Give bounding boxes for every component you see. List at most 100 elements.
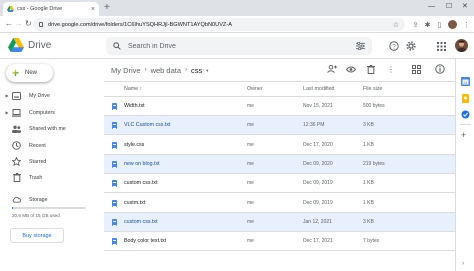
chevron-down-icon[interactable]: ▼ [205,68,209,73]
extensions-icon[interactable]: ✱ [423,20,432,29]
text-file-icon [112,180,117,188]
file-owner: me [247,218,254,225]
file-size: 1 KB [363,199,374,206]
menu-icon[interactable]: ⋮ [462,20,471,29]
share-person-icon[interactable] [327,64,337,74]
text-file-icon [112,122,117,130]
new-button-label: New [25,70,38,76]
shared-icon [12,124,21,133]
storage-usage-text: 20.6 MB of 15 GB used [12,213,60,218]
sidebar-item-starred[interactable]: Starred [0,154,104,169]
file-modified: Dec 09, 2020 [303,160,333,167]
search-input[interactable] [128,42,356,50]
search-icon[interactable] [113,42,121,50]
expand-caret-icon[interactable]: ▶ [3,93,11,98]
bookmark-star-icon[interactable]: ☆ [393,21,399,29]
file-name: Body color text.txt [124,238,167,245]
sidebar-item-trash[interactable]: Trash [0,170,104,185]
new-tab-button[interactable]: + [104,2,110,14]
column-header-size[interactable]: File size [363,86,382,92]
file-size: 3 KB [363,218,374,225]
table-row[interactable]: style.css me Dec 17, 2020 1 KB [104,136,455,155]
address-bar[interactable]: drive.google.com/drive/folders/1C6IhuYSQ… [33,18,405,31]
reading-list-icon[interactable]: ▯ [435,20,444,29]
tab-close-icon[interactable]: × [91,6,95,13]
text-file-icon [112,103,117,110]
settings-icon[interactable] [406,41,416,51]
collapse-panel-icon[interactable]: › [462,261,464,267]
file-owner: me [247,180,254,187]
file-size: 1 KB [363,141,374,148]
breadcrumb-web-data[interactable]: web data [151,66,181,75]
sort-arrow-icon[interactable]: ↑ [140,86,143,92]
preview-eye-icon[interactable] [346,64,356,74]
starred-icon [12,157,21,166]
sidebar-item-storage[interactable]: Storage [0,192,104,207]
maximize-button[interactable]: ☐ [446,2,452,12]
column-header-modified[interactable]: Last modified [303,86,335,92]
table-row[interactable]: custom css.txt me Dec 09, 2019 1 KB [104,174,455,194]
file-name: Width.txt [124,103,145,109]
table-row[interactable]: Width.txt me Nov 15, 2021 500 bytes [104,97,455,116]
search-options-icon[interactable] [356,42,365,50]
file-modified: Dec 09, 2019 [303,199,333,206]
table-row[interactable]: custm.txt me Dec 09, 2019 1 KB [104,194,455,213]
add-addon-icon[interactable]: + [461,131,466,140]
help-icon[interactable]: ? [389,41,399,51]
sidebar: + New ▶ My Drive ▶ Computers Shared with… [0,59,104,271]
minimize-button[interactable]: — [428,2,435,12]
buy-storage-button[interactable]: Buy storage [10,228,64,243]
breadcrumb-css[interactable]: css [191,66,202,75]
my-drive-icon [12,91,21,100]
reload-icon[interactable]: ↻ [25,19,32,29]
keep-icon[interactable] [461,94,470,103]
url-text[interactable]: drive.google.com/drive/folders/1C6IhuYSQ… [48,22,393,28]
account-avatar[interactable] [455,39,468,52]
file-name: style.css [124,141,145,148]
file-owner: me [247,238,254,245]
file-modified: Jan 12, 2021 [303,218,332,225]
sidebar-item-label: Starred [29,158,47,165]
file-size: 3 KB [363,122,374,129]
recent-icon [12,141,21,150]
forward-icon[interactable]: → [15,19,23,29]
details-info-icon[interactable] [435,64,445,74]
sidebar-item-label: Computers [29,109,55,116]
back-icon[interactable]: ← [5,19,13,29]
profile-icon[interactable] [448,20,457,29]
new-button[interactable]: + New [6,64,53,82]
expand-caret-icon[interactable]: ▶ [3,110,11,115]
plus-icon: + [12,66,20,80]
browser-tab[interactable]: css - Google Drive × [3,2,99,16]
tab-title: css - Google Drive [17,6,63,12]
sidebar-item-recent[interactable]: Recent [0,138,104,153]
sidebar-item-computers[interactable]: ▶ Computers [0,105,104,120]
share-icon[interactable]: ⇪ [411,20,420,29]
search-bar[interactable] [106,37,372,55]
apps-grid-icon[interactable] [436,41,446,51]
more-options-icon[interactable]: ⋮ [386,64,396,74]
column-header-owner[interactable]: Owner [247,86,263,92]
side-panel: 31 + › [455,59,474,271]
close-window-button[interactable]: ✕ [462,2,468,12]
calendar-icon[interactable]: 31 [461,77,470,86]
tasks-icon[interactable] [461,110,470,119]
column-header-name[interactable]: Name ↑ [124,86,142,92]
trash-icon [12,173,21,182]
table-row[interactable]: VLC Custom css.txt me 12:36 PM 3 KB [104,116,455,136]
grid-view-icon[interactable] [411,64,421,74]
sidebar-item-label: Recent [29,142,46,149]
file-owner: me [247,141,254,148]
table-row[interactable]: Body color text.txt me Dec 17, 2021 7 bytes [104,232,455,252]
breadcrumb-my-drive[interactable]: My Drive [111,66,141,75]
storage-label: Storage [29,196,48,203]
computers-icon [12,108,21,117]
sidebar-item-my-drive[interactable]: ▶ My Drive [0,88,104,103]
table-row[interactable]: custom css.txt me Jan 12, 2021 3 KB [104,212,455,232]
sidebar-item-shared[interactable]: Shared with me [0,121,104,136]
file-modified: Dec 17, 2021 [303,238,333,245]
table-row[interactable]: new on blog.txt me Dec 09, 2020 219 bytes [104,154,455,174]
file-owner: me [247,122,254,129]
remove-trash-icon[interactable] [366,64,376,74]
sidebar-item-label: Trash [29,174,43,181]
